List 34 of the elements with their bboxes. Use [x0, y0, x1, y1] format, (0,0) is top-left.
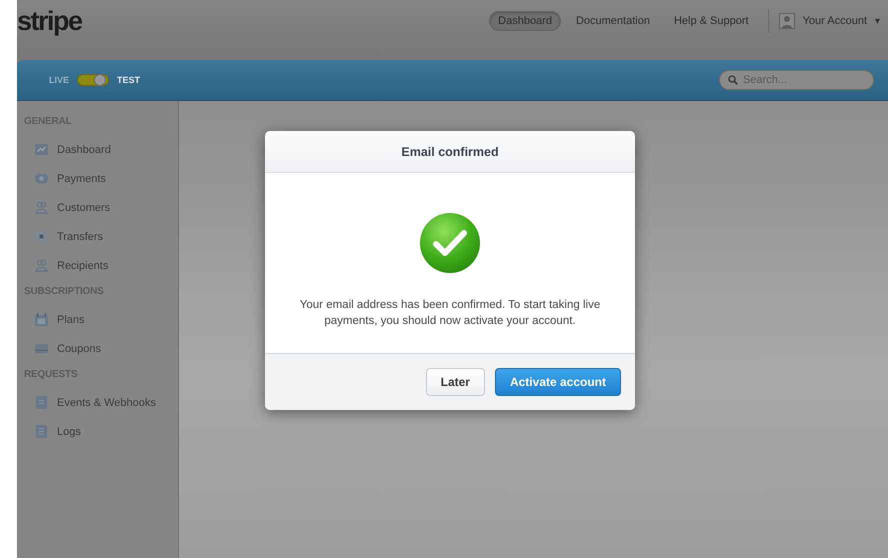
- document-icon: [34, 395, 49, 410]
- chart-icon: [34, 142, 49, 157]
- nav-link[interactable]: Documentation: [566, 11, 659, 31]
- card-icon: [34, 341, 49, 356]
- sidebar-item[interactable]: Coupons: [17, 334, 178, 363]
- calendar-icon: [34, 312, 49, 327]
- logo[interactable]: stripe: [17, 6, 82, 36]
- test-label: TEST: [117, 75, 140, 85]
- people-icon: [34, 200, 49, 215]
- dialog-title: Email confirmed: [401, 144, 499, 158]
- nav-link[interactable]: Help & Support: [664, 11, 758, 31]
- document-icon: [34, 424, 49, 439]
- sidebar-item[interactable]: Transfers: [17, 222, 178, 251]
- activate-button[interactable]: Activate account: [494, 368, 621, 396]
- people-icon: [34, 258, 49, 273]
- sidebar-item[interactable]: Dashboard: [17, 135, 178, 164]
- sidebar-item[interactable]: Recipients: [17, 251, 178, 280]
- sidebar-item[interactable]: Events & Webhooks: [17, 388, 178, 417]
- account-menu[interactable]: Your Account: [802, 15, 867, 27]
- mode-toggle[interactable]: [77, 74, 110, 86]
- checkmark-icon: [419, 212, 481, 274]
- later-button[interactable]: Later: [426, 368, 485, 396]
- caret-icon[interactable]: ▾: [875, 15, 880, 27]
- wallet-icon: [34, 171, 49, 186]
- user-icon: [778, 13, 795, 29]
- search-icon: [728, 75, 738, 85]
- nav-link[interactable]: Dashboard: [489, 11, 561, 31]
- dialog-message: Your email address has been confirmed. To start taking live payments, you should now activate your account.: [298, 298, 602, 329]
- square-icon: [34, 229, 49, 244]
- sidebar-item[interactable]: Customers: [17, 193, 178, 222]
- sidebar-item[interactable]: Logs: [17, 417, 178, 446]
- sidebar-item[interactable]: Payments: [17, 164, 178, 193]
- sidebar-item[interactable]: Plans: [17, 305, 178, 334]
- live-label: LIVE: [49, 75, 70, 85]
